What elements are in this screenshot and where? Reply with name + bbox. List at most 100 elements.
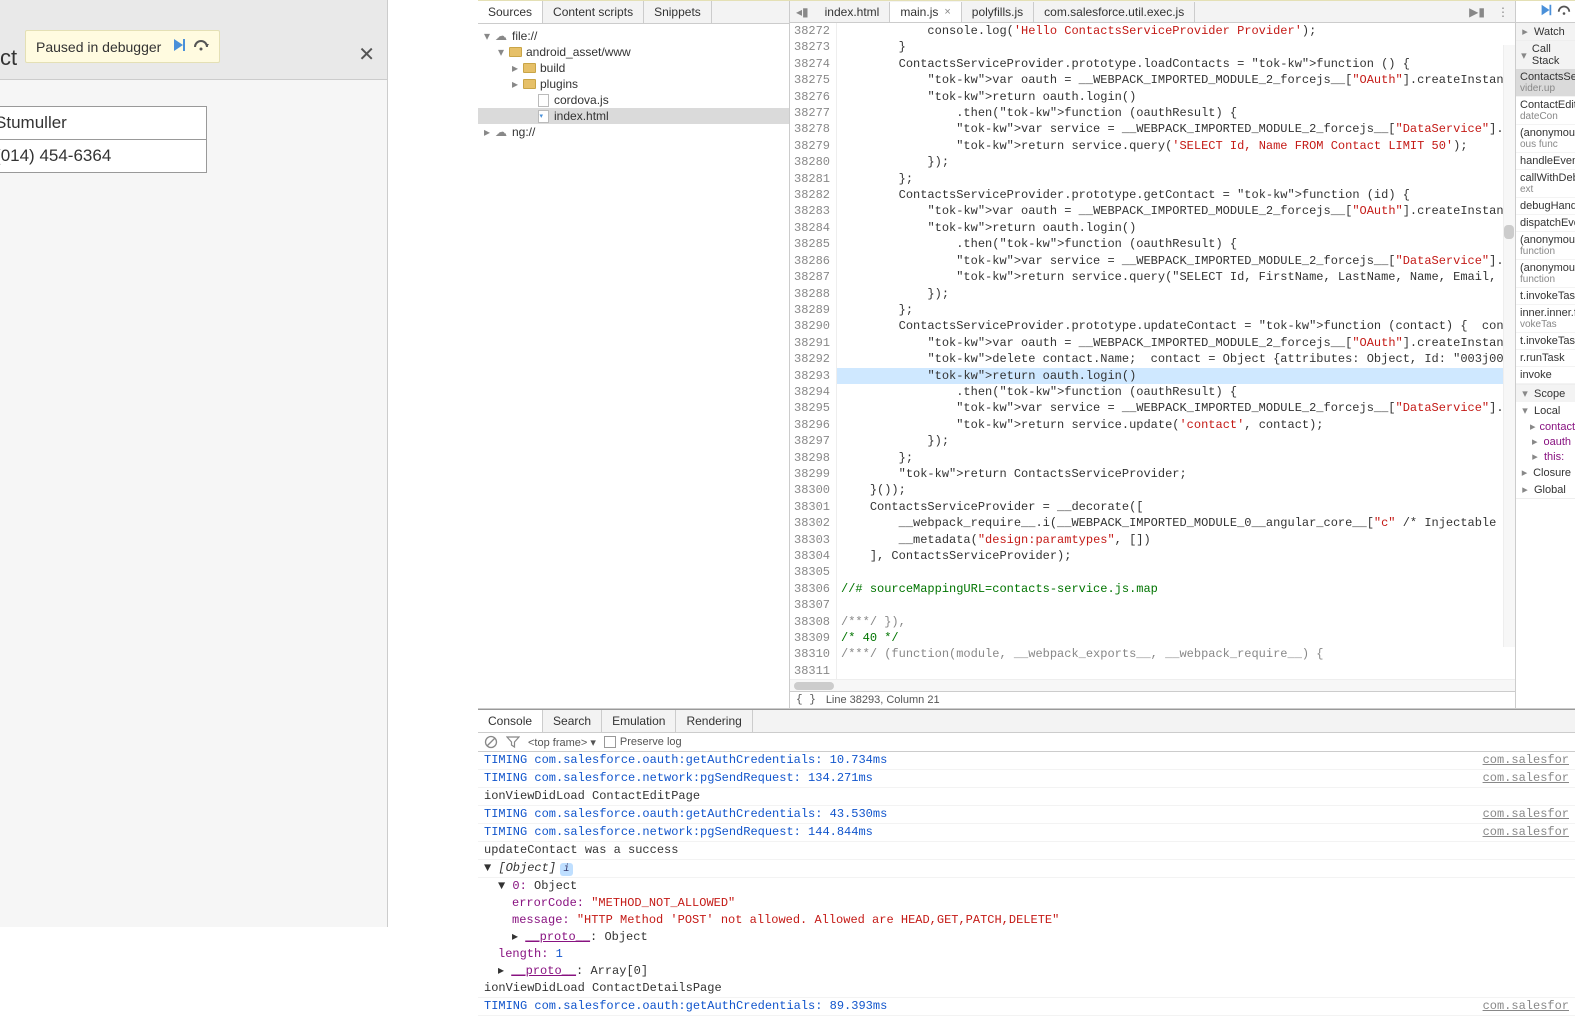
preserve-log-toggle[interactable]: Preserve log xyxy=(604,736,682,748)
editor-tabbar: ◂▮ index.htmlmain.js×polyfills.jscom.sal… xyxy=(790,1,1515,23)
callstack-frame[interactable]: (anonymous function)ous func xyxy=(1516,125,1575,153)
callstack-frame[interactable]: handleEvent xyxy=(1516,153,1575,170)
scope-var[interactable]: ▸oauth xyxy=(1516,434,1575,449)
file-icon xyxy=(538,94,549,107)
debugger-sidepanel: ▸Watch ▾Call Stack ContactsServiceProvid… xyxy=(1515,1,1575,708)
devtools: ▲ Consider disabling Chrome Data Saver w… xyxy=(478,0,1575,927)
tree-label: ng:// xyxy=(512,125,535,139)
cloud-icon: ☁ xyxy=(494,29,508,43)
scope-var[interactable]: ▸this: xyxy=(1516,449,1575,464)
tab-rendering[interactable]: Rendering xyxy=(676,710,752,732)
console-drawer: Console Search Emulation Rendering <top … xyxy=(478,709,1575,1016)
folder-icon xyxy=(509,47,522,57)
tree-label: plugins xyxy=(540,77,578,91)
step-over-icon[interactable] xyxy=(193,37,209,56)
checkbox-icon[interactable] xyxy=(604,736,616,748)
more-tabs-icon[interactable]: ▶▮ xyxy=(1463,5,1491,19)
step-over-icon[interactable] xyxy=(1557,3,1571,20)
overflow-icon[interactable]: ⋮ xyxy=(1491,5,1515,19)
folder-icon xyxy=(523,79,536,89)
vertical-scrollbar[interactable] xyxy=(1503,45,1515,647)
pretty-print-icon[interactable]: { } xyxy=(796,694,816,706)
tree-item[interactable]: ▸☁ ng:// xyxy=(478,124,789,140)
html-file-icon xyxy=(538,110,549,123)
callstack-frame[interactable]: t.invokeTask xyxy=(1516,333,1575,350)
scope-closure[interactable]: ▸Closure xyxy=(1516,464,1575,481)
callstack-frame[interactable]: ContactsServiceProvider.updateContactvid… xyxy=(1516,69,1575,97)
cell-name: Stumuller xyxy=(0,107,207,140)
tree-item[interactable]: ▾☁ file:// xyxy=(478,28,789,44)
tree-label: index.html xyxy=(554,109,609,123)
callstack-frame[interactable]: inner.inner.fork.onInvokeTaskvokeTas xyxy=(1516,305,1575,333)
callstack-frame[interactable]: dispatchEvent xyxy=(1516,215,1575,232)
tree-item[interactable]: ▸ plugins xyxy=(478,76,789,92)
code-editor[interactable]: 3827238273382743827538276382773827838279… xyxy=(790,23,1515,679)
sources-tabbar: Sources Content scripts Snippets xyxy=(478,1,789,24)
scope-header[interactable]: ▾Scope xyxy=(1516,385,1575,402)
table-row: Stumuller xyxy=(0,107,207,140)
line-gutter: 3827238273382743827538276382773827838279… xyxy=(790,23,837,679)
tree-label: build xyxy=(540,61,565,75)
tree-item[interactable]: cordova.js xyxy=(478,92,789,108)
tab-search[interactable]: Search xyxy=(543,710,602,732)
source-link[interactable]: com.salesfor xyxy=(1483,824,1569,841)
contact-table: Stumuller pyramid.net (014) 454-6364 xyxy=(0,106,207,173)
resume-icon[interactable] xyxy=(171,37,187,56)
tree-label: cordova.js xyxy=(554,93,609,107)
editor-tab[interactable]: polyfills.js xyxy=(962,2,1034,22)
close-tab-icon[interactable]: × xyxy=(944,6,950,18)
sources-pane: Sources Content scripts Snippets ▾☁ file… xyxy=(478,1,790,708)
filter-icon[interactable] xyxy=(506,735,520,749)
file-tree[interactable]: ▾☁ file:// ▾ android_asset/www ▸ build ▸… xyxy=(478,24,789,708)
frame-selector[interactable]: <top frame> ▾ xyxy=(528,736,596,749)
app-title-fragment: ct xyxy=(0,45,17,71)
code-area[interactable]: console.log('Hello ContactsServiceProvid… xyxy=(837,23,1515,679)
close-icon[interactable]: ✕ xyxy=(358,42,375,67)
editor-tab[interactable]: main.js× xyxy=(890,2,961,22)
callstack-frame[interactable]: debugHandleEvent xyxy=(1516,198,1575,215)
callstack-frame[interactable]: invoke xyxy=(1516,367,1575,384)
tab-emulation[interactable]: Emulation xyxy=(602,710,676,732)
callstack-frame[interactable]: t.invokeTask xyxy=(1516,288,1575,305)
callstack-frame[interactable]: (anonymous function)function xyxy=(1516,232,1575,260)
info-badge-icon: i xyxy=(560,863,573,876)
nav-back-icon[interactable]: ◂▮ xyxy=(790,5,815,19)
scope-global[interactable]: ▸Global xyxy=(1516,481,1575,498)
dev-main: Sources Content scripts Snippets ▾☁ file… xyxy=(478,1,1575,709)
callstack-header[interactable]: ▾Call Stack xyxy=(1516,41,1575,69)
source-link[interactable]: com.salesfor xyxy=(1483,752,1569,769)
scope-var[interactable]: ▸contact xyxy=(1516,419,1575,434)
tree-item[interactable]: ▾ android_asset/www xyxy=(478,44,789,60)
editor-tab[interactable]: index.html xyxy=(815,2,891,22)
app-panel: ct Paused in debugger ✕ Stumuller pyrami… xyxy=(0,0,388,927)
scope-local[interactable]: ▾Local xyxy=(1516,402,1575,419)
tab-sources[interactable]: Sources xyxy=(478,1,543,23)
source-link[interactable]: com.salesfor xyxy=(1483,770,1569,787)
clear-console-icon[interactable] xyxy=(484,735,498,749)
tab-snippets[interactable]: Snippets xyxy=(644,1,712,23)
console-output[interactable]: TIMING com.salesforce.oauth:getAuthCrede… xyxy=(478,752,1575,1016)
tab-content-scripts[interactable]: Content scripts xyxy=(543,1,644,23)
callstack-frame[interactable]: ContactEditPage.savedateCon xyxy=(1516,97,1575,125)
tree-item[interactable]: ▸ build xyxy=(478,60,789,76)
source-link[interactable]: com.salesfor xyxy=(1483,998,1569,1015)
tab-console[interactable]: Console xyxy=(478,710,543,732)
resume-icon[interactable] xyxy=(1539,3,1553,20)
source-link[interactable]: com.salesfor xyxy=(1483,806,1569,823)
horizontal-scrollbar[interactable] xyxy=(790,679,1515,691)
tree-label: file:// xyxy=(512,29,537,43)
paused-label: Paused in debugger xyxy=(36,39,161,55)
callstack-frame[interactable]: callWithDebugContextext xyxy=(1516,170,1575,198)
callstack-frame[interactable]: (anonymous function)function xyxy=(1516,260,1575,288)
watch-header[interactable]: ▸Watch xyxy=(1516,23,1575,40)
table-row: pyramid.net (014) 454-6364 xyxy=(0,140,207,173)
folder-icon xyxy=(523,63,536,73)
callstack-frame[interactable]: r.runTask xyxy=(1516,350,1575,367)
tree-label: android_asset/www xyxy=(526,45,631,59)
editor-pane: ◂▮ index.htmlmain.js×polyfills.jscom.sal… xyxy=(790,1,1515,708)
console-toolbar: <top frame> ▾ Preserve log xyxy=(478,733,1575,752)
tree-item-selected[interactable]: index.html xyxy=(478,108,789,124)
cell-phone: (014) 454-6364 xyxy=(0,140,207,173)
editor-tab[interactable]: com.salesforce.util.exec.js xyxy=(1034,2,1195,22)
paused-in-debugger-badge: Paused in debugger xyxy=(25,30,220,63)
